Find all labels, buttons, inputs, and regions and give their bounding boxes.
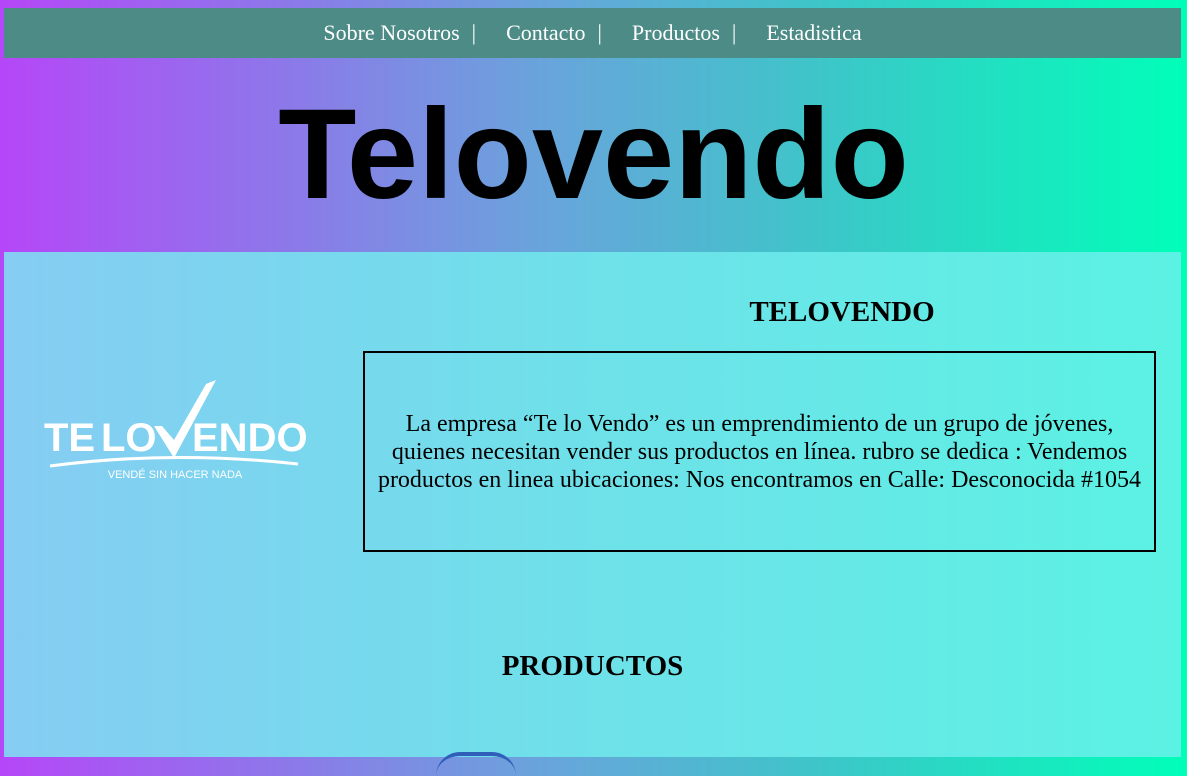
company-heading: TELOVENDO: [749, 296, 935, 328]
product-image-partial: [436, 752, 516, 776]
company-description: La empresa “Te lo Vendo” es un emprendim…: [377, 410, 1142, 493]
nav-separator: |: [471, 20, 477, 45]
nav-link-sobre-nosotros[interactable]: Sobre Nosotros: [323, 20, 459, 46]
page-title: Telovendo: [278, 83, 909, 226]
products-heading: PRODUCTOS: [501, 650, 684, 682]
nav-link-estadistica[interactable]: Estadistica: [766, 20, 861, 46]
nav-link-contacto[interactable]: Contacto: [506, 20, 585, 46]
logo-tagline: VENDÉ SIN HACER NADA: [108, 468, 243, 481]
logo-text-endo: ENDO: [192, 416, 308, 460]
nav-link-productos[interactable]: Productos: [632, 20, 720, 46]
logo-text-lo: LO: [101, 416, 157, 460]
nav-separator: |: [731, 20, 737, 45]
company-info-box: La empresa “Te lo Vendo” es un emprendim…: [363, 351, 1156, 552]
logo-text-te: TE: [44, 416, 95, 460]
main-content: TE LO ENDO VENDÉ SIN HACER NADA TELOVEND…: [4, 252, 1181, 757]
top-navbar: Sobre Nosotros | Contacto | Productos | …: [4, 8, 1181, 58]
nav-separator: |: [597, 20, 602, 45]
telovendo-logo: TE LO ENDO VENDÉ SIN HACER NADA: [44, 380, 308, 481]
